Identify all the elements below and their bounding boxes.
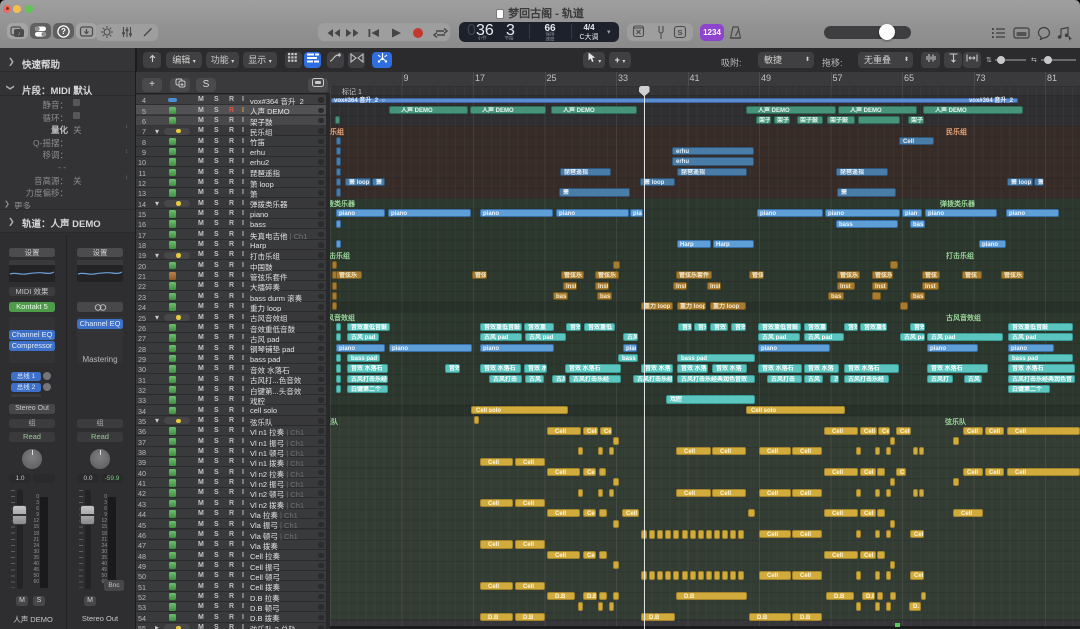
svg-text:?: ? <box>61 27 66 36</box>
svg-text:♪: ♪ <box>18 32 21 38</box>
svg-text:S: S <box>677 28 682 37</box>
